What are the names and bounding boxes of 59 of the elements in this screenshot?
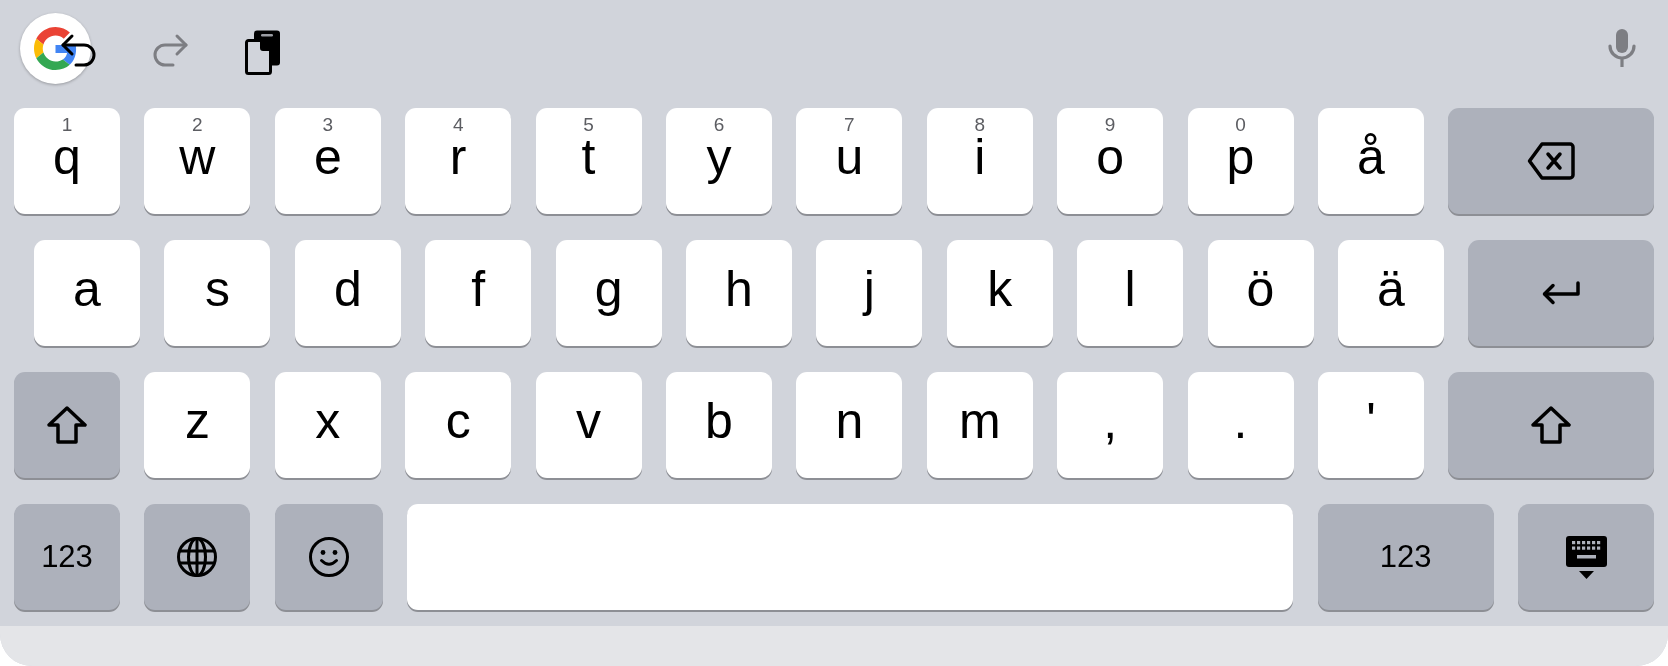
character-key[interactable]: h: [685, 240, 792, 346]
character-key[interactable]: k: [946, 240, 1053, 346]
character-key[interactable]: l: [1077, 240, 1184, 346]
number-hint: 8: [974, 115, 985, 134]
character-key[interactable]: 2 w: [144, 108, 251, 214]
character-key[interactable]: 3 e: [274, 108, 381, 214]
character-key[interactable]: 9 o: [1057, 108, 1164, 214]
character-key[interactable]: c: [405, 372, 512, 478]
number-hint: 7: [844, 115, 855, 134]
character-key[interactable]: j: [816, 240, 923, 346]
character-key[interactable]: 7 u: [796, 108, 903, 214]
clipboard-icon[interactable]: [245, 30, 281, 75]
character-key[interactable]: 5 t: [535, 108, 642, 214]
character-key[interactable]: 4 r: [405, 108, 512, 214]
backspace-key[interactable]: [1448, 108, 1654, 214]
number-hint: 2: [192, 115, 203, 134]
numbers-key[interactable]: 123: [1317, 504, 1494, 610]
keyboard-down-icon: [1565, 535, 1607, 579]
character-key[interactable]: m: [926, 372, 1033, 478]
number-hint: 9: [1104, 115, 1116, 134]
character-key[interactable]: ä: [1337, 240, 1444, 346]
character-key[interactable]: g: [555, 240, 662, 346]
logo-button[interactable]: [20, 13, 91, 84]
microphone-icon[interactable]: [1608, 29, 1636, 67]
character-key[interactable]: z: [144, 372, 251, 478]
number-hint: 4: [452, 115, 464, 134]
character-key[interactable]: n: [796, 372, 903, 478]
character-key[interactable]: a: [34, 240, 140, 346]
character-key[interactable]: ,: [1057, 372, 1164, 478]
character-key[interactable]: 1 q: [14, 108, 120, 214]
shift-key[interactable]: [14, 372, 120, 478]
number-hint: 5: [583, 115, 594, 134]
number-hint: 3: [322, 115, 334, 134]
number-hint: 6: [713, 115, 725, 134]
number-hint: 1: [61, 115, 73, 134]
character-key[interactable]: b: [665, 372, 772, 478]
smiley-icon: [308, 537, 349, 577]
character-key[interactable]: 8 i: [926, 108, 1033, 214]
undo-icon[interactable]: [60, 33, 96, 67]
character-key[interactable]: x: [274, 372, 381, 478]
return-icon: [1541, 281, 1582, 305]
character-key[interactable]: ö: [1207, 240, 1314, 346]
numbers-key[interactable]: 123: [14, 504, 120, 610]
character-key[interactable]: v: [535, 372, 642, 478]
character-key[interactable]: 6 y: [665, 108, 772, 214]
backspace-icon: [1527, 142, 1576, 180]
character-key[interactable]: d: [294, 240, 401, 346]
globe-icon: [177, 537, 218, 577]
character-key[interactable]: f: [425, 240, 532, 346]
character-key[interactable]: .: [1187, 372, 1294, 478]
globe-key[interactable]: [144, 504, 251, 610]
character-key[interactable]: 0 p: [1187, 108, 1294, 214]
character-key[interactable]: s: [164, 240, 271, 346]
emoji-key[interactable]: [274, 504, 383, 610]
character-key[interactable]: å: [1317, 108, 1424, 214]
character-key[interactable]: ': [1317, 372, 1424, 478]
g-logo-icon: [34, 27, 77, 70]
number-hint: 0: [1235, 115, 1246, 134]
hide-keyboard-key[interactable]: [1518, 504, 1654, 610]
